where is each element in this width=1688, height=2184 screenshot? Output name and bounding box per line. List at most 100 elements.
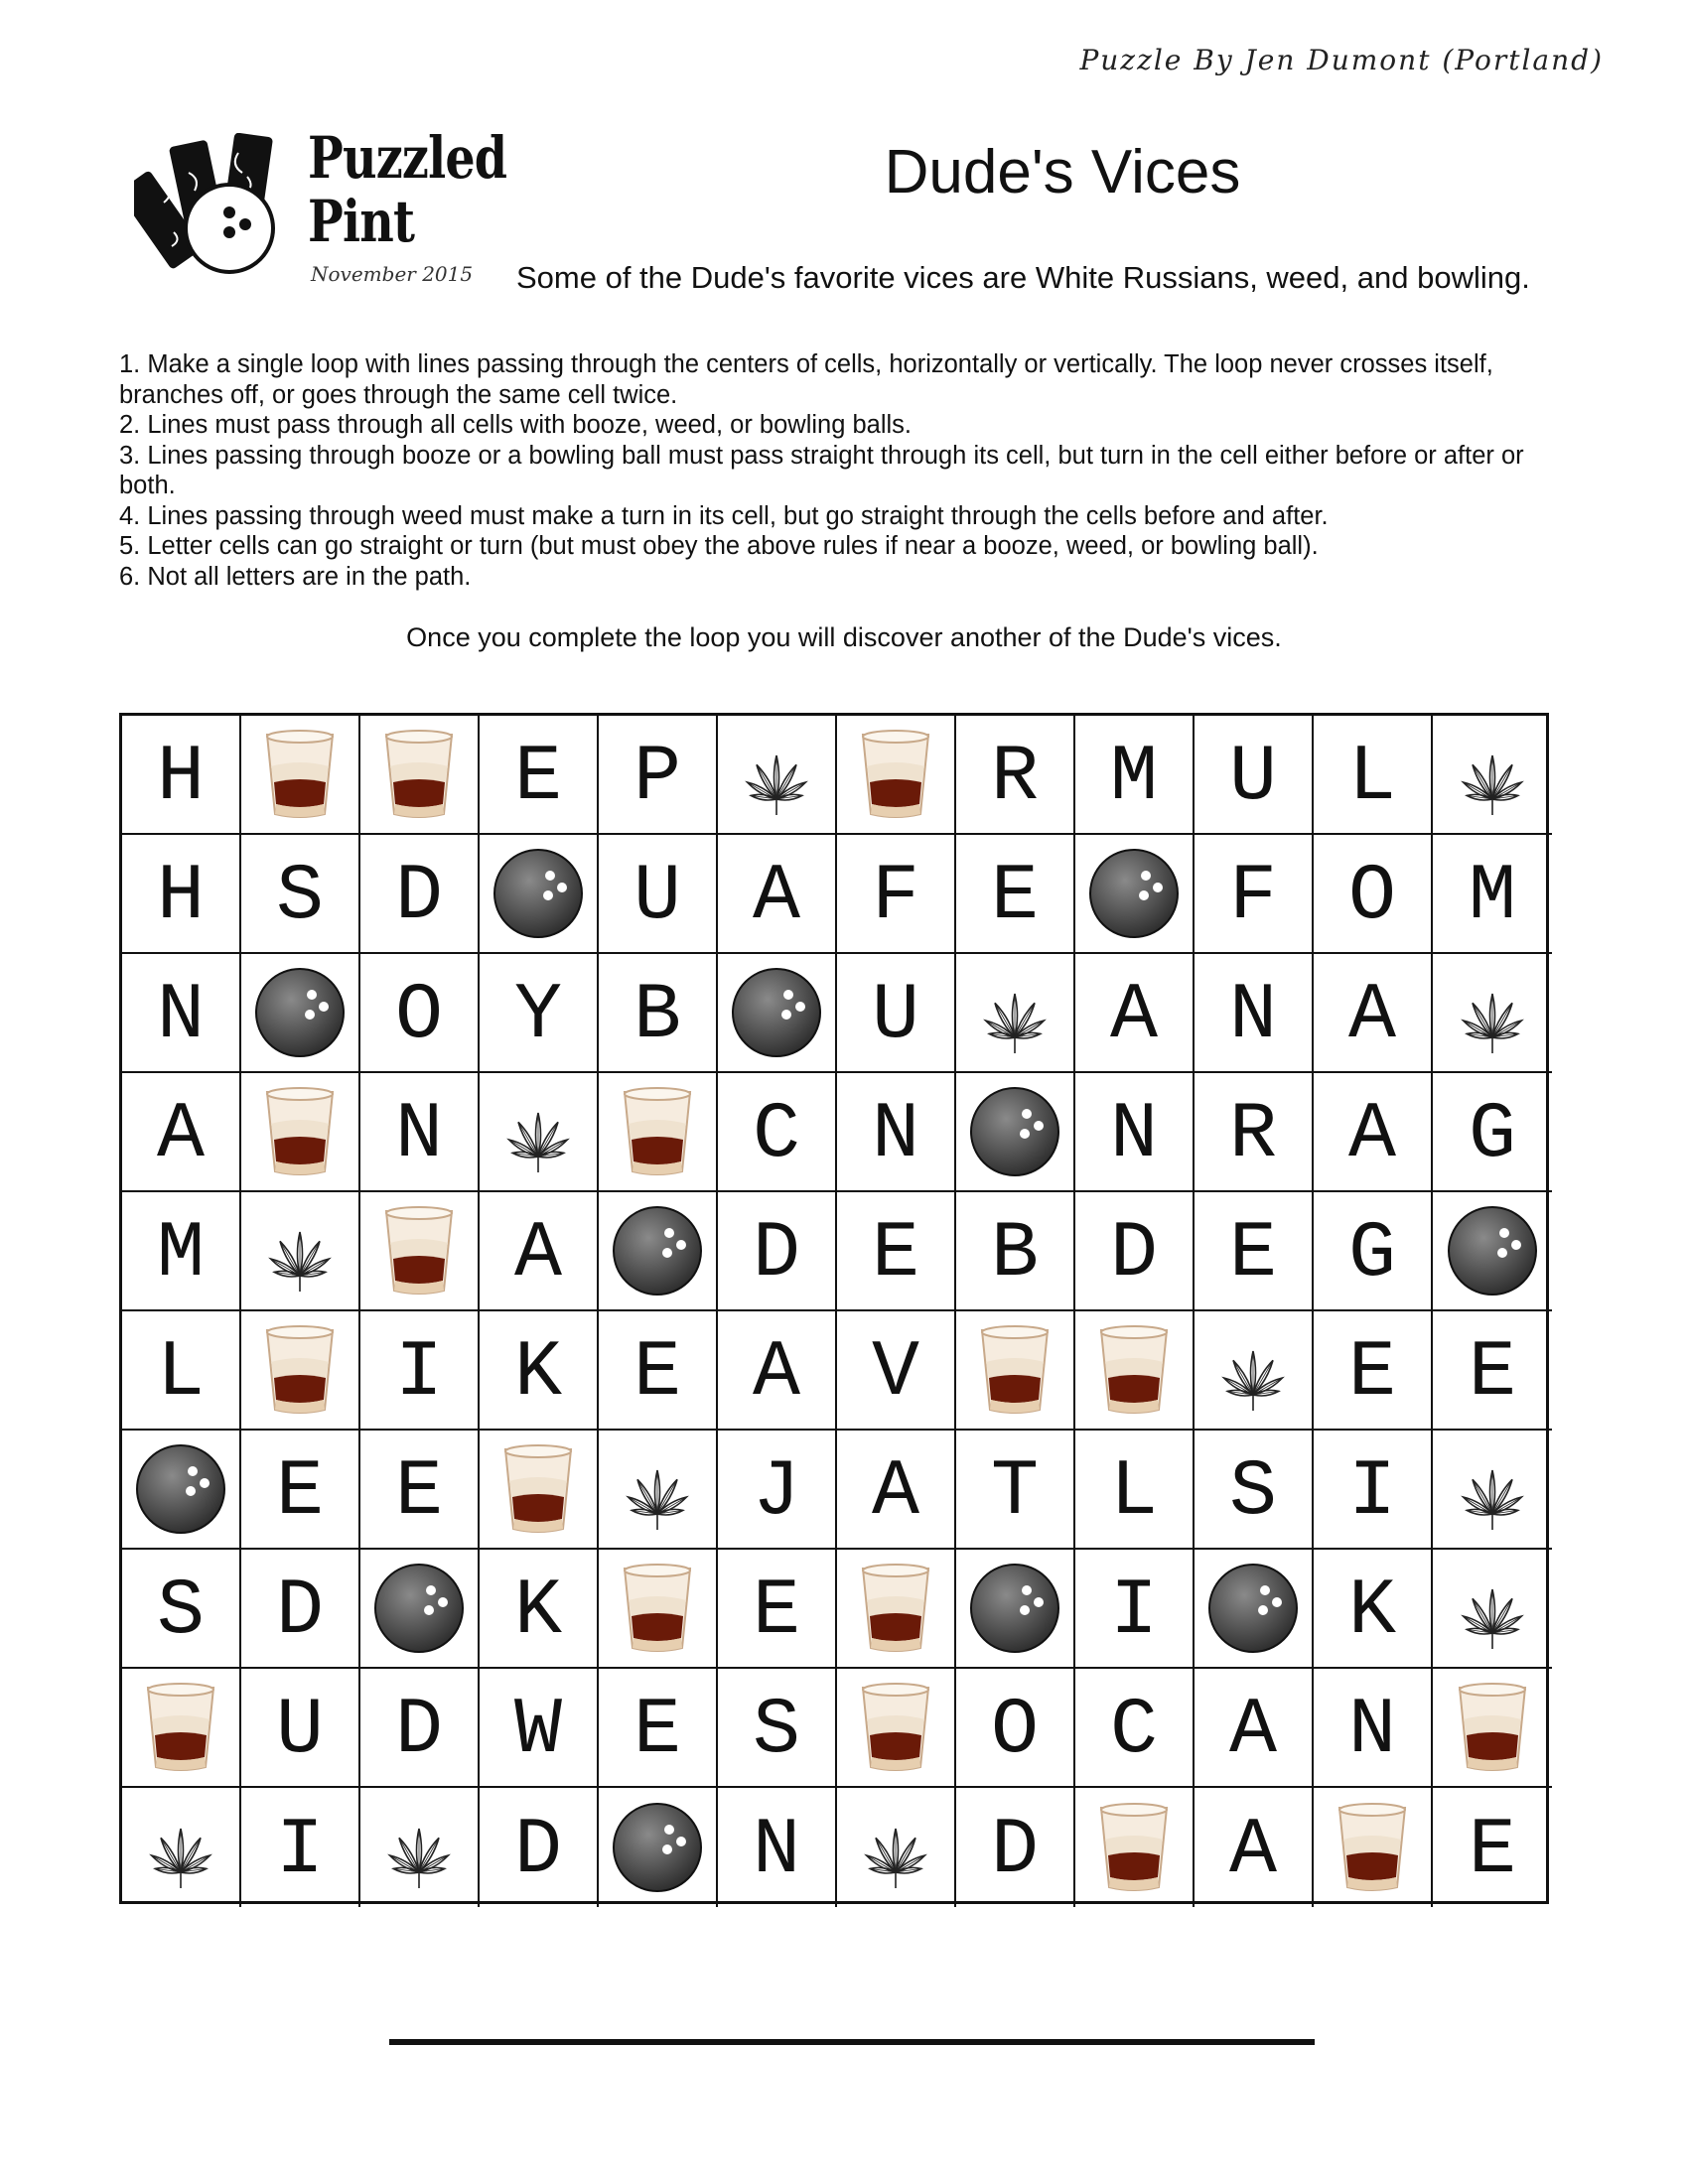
grid-cell-weed-leaf[interactable]	[718, 716, 837, 835]
grid-cell-booze-glass[interactable]	[599, 1073, 718, 1192]
grid-cell-booze-glass[interactable]	[122, 1669, 241, 1788]
grid-cell-booze-glass[interactable]	[956, 1311, 1075, 1431]
grid-cell-letter[interactable]: O	[360, 954, 480, 1073]
grid-cell-letter[interactable]: N	[122, 954, 241, 1073]
grid-cell-letter[interactable]: O	[1314, 835, 1433, 954]
grid-cell-letter[interactable]: A	[1314, 954, 1433, 1073]
grid-cell-letter[interactable]: B	[599, 954, 718, 1073]
grid-cell-letter[interactable]: K	[480, 1550, 599, 1669]
grid-cell-weed-leaf[interactable]	[122, 1788, 241, 1907]
grid-cell-letter[interactable]: E	[241, 1431, 360, 1550]
grid-cell-weed-leaf[interactable]	[837, 1788, 956, 1907]
grid-cell-letter[interactable]: A	[1195, 1788, 1314, 1907]
grid-cell-letter[interactable]: F	[837, 835, 956, 954]
grid-cell-letter[interactable]: S	[718, 1669, 837, 1788]
grid-cell-weed-leaf[interactable]	[1433, 1550, 1552, 1669]
grid-cell-booze-glass[interactable]	[1075, 1311, 1195, 1431]
grid-cell-letter[interactable]: U	[599, 835, 718, 954]
grid-cell-letter[interactable]: E	[599, 1669, 718, 1788]
puzzle-grid[interactable]: HEPRMULHSDUAFEFOMNOYBUANAANCNNRAGMADEBDE…	[119, 713, 1552, 1907]
grid-cell-letter[interactable]: A	[1195, 1669, 1314, 1788]
grid-cell-letter[interactable]: A	[480, 1192, 599, 1311]
grid-cell-weed-leaf[interactable]	[1433, 1431, 1552, 1550]
grid-cell-weed-leaf[interactable]	[241, 1192, 360, 1311]
grid-cell-letter[interactable]: C	[718, 1073, 837, 1192]
grid-cell-booze-glass[interactable]	[241, 1311, 360, 1431]
grid-cell-letter[interactable]: D	[956, 1788, 1075, 1907]
grid-cell-letter[interactable]: B	[956, 1192, 1075, 1311]
grid-cell-letter[interactable]: H	[122, 835, 241, 954]
grid-cell-letter[interactable]: S	[1195, 1431, 1314, 1550]
grid-cell-letter[interactable]: D	[480, 1788, 599, 1907]
grid-cell-letter[interactable]: D	[1075, 1192, 1195, 1311]
grid-cell-bowling-ball[interactable]	[1433, 1192, 1552, 1311]
grid-cell-letter[interactable]: M	[122, 1192, 241, 1311]
grid-cell-letter[interactable]: R	[956, 716, 1075, 835]
grid-cell-bowling-ball[interactable]	[122, 1431, 241, 1550]
grid-cell-letter[interactable]: M	[1433, 835, 1552, 954]
grid-cell-letter[interactable]: Y	[480, 954, 599, 1073]
grid-cell-letter[interactable]: E	[1314, 1311, 1433, 1431]
grid-cell-bowling-ball[interactable]	[718, 954, 837, 1073]
grid-cell-letter[interactable]: E	[599, 1311, 718, 1431]
grid-cell-bowling-ball[interactable]	[360, 1550, 480, 1669]
grid-cell-letter[interactable]: R	[1195, 1073, 1314, 1192]
grid-cell-letter[interactable]: U	[241, 1669, 360, 1788]
grid-cell-letter[interactable]: J	[718, 1431, 837, 1550]
grid-cell-bowling-ball[interactable]	[480, 835, 599, 954]
grid-cell-letter[interactable]: K	[1314, 1550, 1433, 1669]
grid-cell-bowling-ball[interactable]	[599, 1788, 718, 1907]
grid-cell-booze-glass[interactable]	[241, 1073, 360, 1192]
grid-cell-weed-leaf[interactable]	[1433, 716, 1552, 835]
grid-cell-booze-glass[interactable]	[241, 716, 360, 835]
grid-cell-bowling-ball[interactable]	[599, 1192, 718, 1311]
grid-cell-booze-glass[interactable]	[837, 716, 956, 835]
grid-cell-bowling-ball[interactable]	[956, 1550, 1075, 1669]
grid-cell-booze-glass[interactable]	[1433, 1669, 1552, 1788]
grid-cell-letter[interactable]: G	[1433, 1073, 1552, 1192]
grid-cell-weed-leaf[interactable]	[360, 1788, 480, 1907]
grid-cell-letter[interactable]: D	[360, 835, 480, 954]
grid-cell-weed-leaf[interactable]	[1195, 1311, 1314, 1431]
grid-cell-letter[interactable]: S	[122, 1550, 241, 1669]
grid-cell-booze-glass[interactable]	[1075, 1788, 1195, 1907]
grid-cell-letter[interactable]: N	[1075, 1073, 1195, 1192]
grid-cell-letter[interactable]: N	[837, 1073, 956, 1192]
grid-cell-weed-leaf[interactable]	[480, 1073, 599, 1192]
grid-cell-letter[interactable]: I	[1314, 1431, 1433, 1550]
grid-cell-letter[interactable]: H	[122, 716, 241, 835]
answer-line[interactable]	[389, 2039, 1315, 2045]
grid-cell-booze-glass[interactable]	[837, 1669, 956, 1788]
grid-cell-letter[interactable]: D	[360, 1669, 480, 1788]
grid-cell-letter[interactable]: G	[1314, 1192, 1433, 1311]
grid-cell-letter[interactable]: T	[956, 1431, 1075, 1550]
grid-cell-letter[interactable]: S	[241, 835, 360, 954]
grid-cell-letter[interactable]: F	[1195, 835, 1314, 954]
grid-cell-letter[interactable]: P	[599, 716, 718, 835]
grid-cell-letter[interactable]: E	[1433, 1311, 1552, 1431]
grid-cell-letter[interactable]: K	[480, 1311, 599, 1431]
grid-cell-letter[interactable]: A	[837, 1431, 956, 1550]
grid-cell-weed-leaf[interactable]	[599, 1431, 718, 1550]
grid-cell-letter[interactable]: A	[122, 1073, 241, 1192]
grid-cell-letter[interactable]: C	[1075, 1669, 1195, 1788]
grid-cell-letter[interactable]: E	[956, 835, 1075, 954]
grid-cell-letter[interactable]: D	[718, 1192, 837, 1311]
grid-cell-booze-glass[interactable]	[837, 1550, 956, 1669]
grid-cell-booze-glass[interactable]	[599, 1550, 718, 1669]
grid-cell-letter[interactable]: V	[837, 1311, 956, 1431]
grid-cell-letter[interactable]: A	[1314, 1073, 1433, 1192]
grid-cell-bowling-ball[interactable]	[956, 1073, 1075, 1192]
grid-cell-letter[interactable]: E	[1195, 1192, 1314, 1311]
grid-cell-letter[interactable]: I	[1075, 1550, 1195, 1669]
grid-cell-bowling-ball[interactable]	[241, 954, 360, 1073]
grid-cell-booze-glass[interactable]	[360, 1192, 480, 1311]
grid-cell-letter[interactable]: I	[241, 1788, 360, 1907]
grid-cell-letter[interactable]: M	[1075, 716, 1195, 835]
grid-cell-letter[interactable]: N	[1195, 954, 1314, 1073]
grid-cell-letter[interactable]: U	[837, 954, 956, 1073]
grid-cell-letter[interactable]: L	[1075, 1431, 1195, 1550]
grid-cell-letter[interactable]: U	[1195, 716, 1314, 835]
grid-cell-letter[interactable]: N	[360, 1073, 480, 1192]
grid-cell-letter[interactable]: O	[956, 1669, 1075, 1788]
